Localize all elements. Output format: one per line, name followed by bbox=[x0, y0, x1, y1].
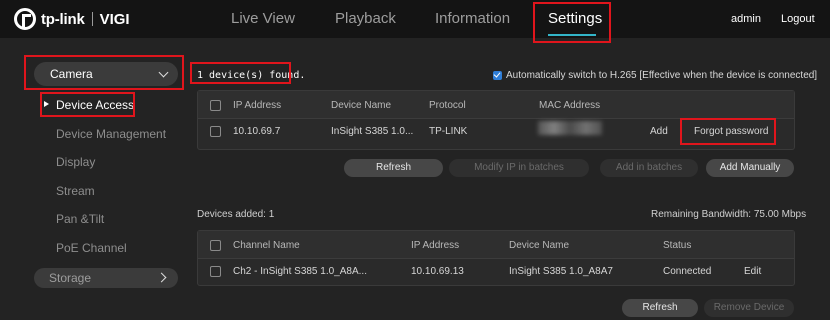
column-status: Status bbox=[663, 240, 692, 251]
column-device-name: Device Name bbox=[509, 240, 570, 251]
row-channel-name: Ch2 - InSight S385 1.0_A8A... bbox=[233, 266, 367, 277]
table-header: IP Address Device Name Protocol MAC Addr… bbox=[198, 91, 794, 119]
column-channel-name: Channel Name bbox=[233, 240, 300, 251]
auto-switch-option[interactable]: Automatically switch to H.265 [Effective… bbox=[493, 70, 817, 81]
add-device-link[interactable]: Add bbox=[650, 126, 668, 137]
edit-link[interactable]: Edit bbox=[744, 266, 761, 277]
column-ip-address: IP Address bbox=[411, 240, 460, 251]
select-all-checkbox[interactable] bbox=[210, 100, 221, 111]
row-device-name: InSight S385 1.0... bbox=[331, 126, 414, 137]
add-in-batches-button[interactable]: Add in batches bbox=[600, 159, 698, 177]
logout-link[interactable]: Logout bbox=[781, 13, 815, 25]
sidebar-item-poe-channel[interactable]: PoE Channel bbox=[56, 241, 127, 255]
logo-text: tp-link bbox=[41, 10, 85, 28]
row-protocol: TP-LINK bbox=[429, 126, 468, 137]
active-tab-indicator bbox=[548, 34, 596, 36]
row-checkbox[interactable] bbox=[210, 126, 221, 137]
nav-live-view[interactable]: Live View bbox=[231, 10, 295, 27]
sidebar-item-device-management[interactable]: Device Management bbox=[56, 127, 166, 141]
forgot-password-link[interactable]: Forgot password bbox=[694, 126, 768, 137]
logo-divider bbox=[91, 12, 93, 26]
sidebar-item-display[interactable]: Display bbox=[56, 155, 95, 169]
brand-logo: tp-link VIGI bbox=[14, 8, 130, 30]
row-ip: 10.10.69.13 bbox=[411, 266, 464, 277]
column-ip-address: IP Address bbox=[233, 100, 282, 111]
row-ip: 10.10.69.7 bbox=[233, 126, 281, 137]
nav-playback[interactable]: Playback bbox=[335, 10, 396, 27]
remaining-bandwidth: Remaining Bandwidth: 75.00 Mbps bbox=[651, 209, 807, 220]
top-bar: tp-link VIGI Live View Playback Informat… bbox=[0, 0, 830, 38]
mac-address-redacted bbox=[538, 121, 602, 135]
select-all-checkbox[interactable] bbox=[210, 240, 221, 251]
discovered-table: IP Address Device Name Protocol MAC Addr… bbox=[197, 90, 795, 150]
remove-device-button[interactable]: Remove Device bbox=[704, 299, 794, 317]
chevron-down-icon bbox=[158, 67, 169, 78]
storage-label: Storage bbox=[49, 271, 92, 285]
devices-found-label: 1 device(s) found. bbox=[197, 70, 306, 81]
auto-switch-label: Automatically switch to H.265 [Effective… bbox=[506, 70, 818, 81]
nav-information[interactable]: Information bbox=[435, 10, 510, 27]
storage-select[interactable]: Storage bbox=[34, 268, 178, 288]
sidebar-item-stream[interactable]: Stream bbox=[56, 184, 95, 198]
modify-ip-batches-button[interactable]: Modify IP in batches bbox=[449, 159, 589, 177]
nav-settings[interactable]: Settings bbox=[548, 10, 602, 27]
brand-name: VIGI bbox=[99, 10, 130, 28]
column-device-name: Device Name bbox=[331, 100, 392, 111]
tp-link-logo-icon bbox=[14, 8, 36, 30]
active-arrow-icon bbox=[44, 101, 49, 107]
category-select[interactable]: Camera bbox=[34, 62, 178, 86]
add-manually-button[interactable]: Add Manually bbox=[706, 159, 794, 177]
column-protocol: Protocol bbox=[429, 100, 466, 111]
table-header: Channel Name IP Address Device Name Stat… bbox=[198, 231, 794, 259]
checkbox-checked-icon[interactable] bbox=[493, 71, 502, 80]
sidebar-item-device-access[interactable]: Device Access bbox=[56, 98, 134, 112]
column-mac-address: MAC Address bbox=[539, 100, 601, 111]
row-device-name: InSight S385 1.0_A8A7 bbox=[509, 266, 613, 277]
added-table: Channel Name IP Address Device Name Stat… bbox=[197, 230, 795, 286]
sidebar-item-pan-tilt[interactable]: Pan &Tilt bbox=[56, 212, 104, 226]
row-checkbox[interactable] bbox=[210, 266, 221, 277]
refresh-added-button[interactable]: Refresh bbox=[622, 299, 698, 317]
chevron-right-icon bbox=[156, 272, 167, 283]
row-status: Connected bbox=[663, 266, 712, 277]
devices-added-label: Devices added: 1 bbox=[197, 209, 275, 220]
category-label: Camera bbox=[50, 67, 93, 81]
user-name[interactable]: admin bbox=[731, 13, 761, 25]
refresh-button[interactable]: Refresh bbox=[344, 159, 443, 177]
